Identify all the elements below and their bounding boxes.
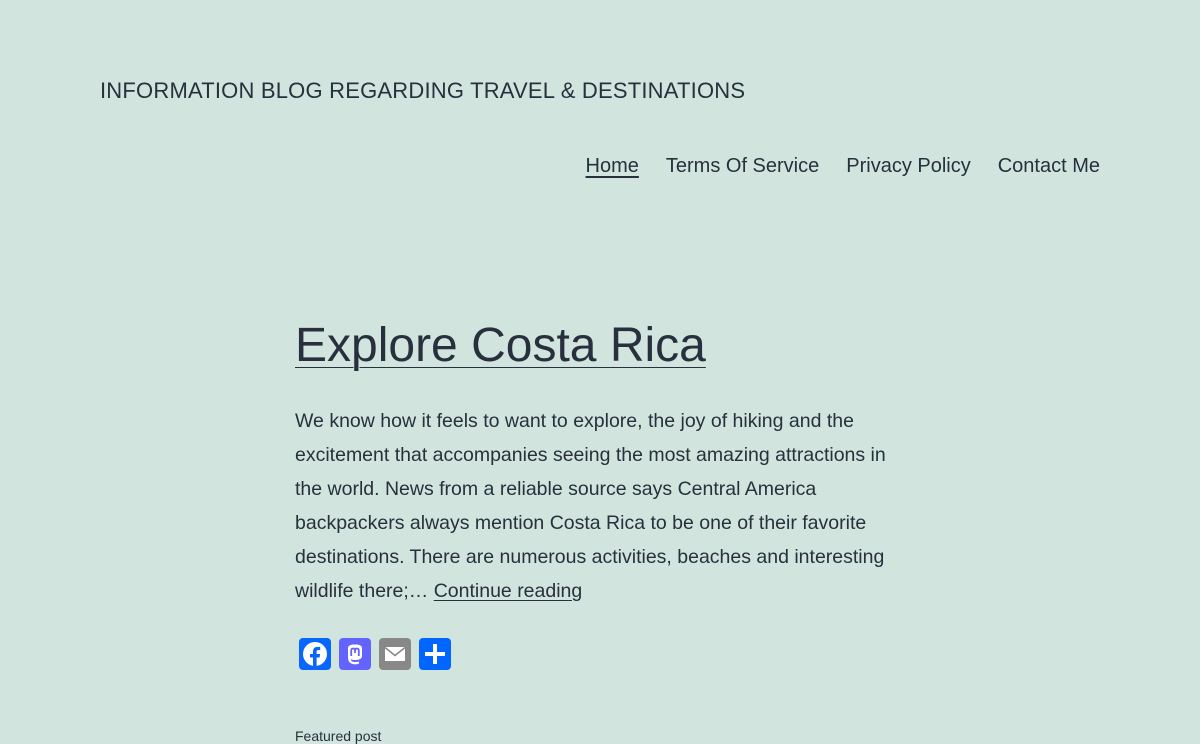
share-icon [425,644,445,664]
mastodon-icon [348,644,362,665]
nav-item-privacy-policy[interactable]: Privacy Policy [846,155,970,178]
primary-nav: Home Terms Of Service Privacy Policy Con… [586,155,1100,178]
share-button[interactable] [419,638,451,670]
nav-item-terms-of-service[interactable]: Terms Of Service [666,155,819,178]
email-share-button[interactable] [379,638,411,670]
mastodon-share-button[interactable] [339,638,371,670]
facebook-icon [303,642,327,667]
post-article: Explore Costa Rica We know how it feels … [295,318,915,670]
post-excerpt: We know how it feels to want to explore,… [295,404,915,608]
post-title[interactable]: Explore Costa Rica [295,318,706,374]
nav-item-home[interactable]: Home [586,155,639,178]
post-meta-featured: Featured post [295,728,382,744]
nav-item-contact-me[interactable]: Contact Me [998,155,1100,178]
facebook-share-button[interactable] [299,638,331,670]
site-title[interactable]: INFORMATION BLOG REGARDING TRAVEL & DEST… [100,78,745,104]
share-buttons [299,638,915,670]
post-excerpt-text: We know how it feels to want to explore,… [295,410,886,602]
email-icon [384,646,406,661]
continue-reading-link[interactable]: Continue reading [434,580,583,602]
